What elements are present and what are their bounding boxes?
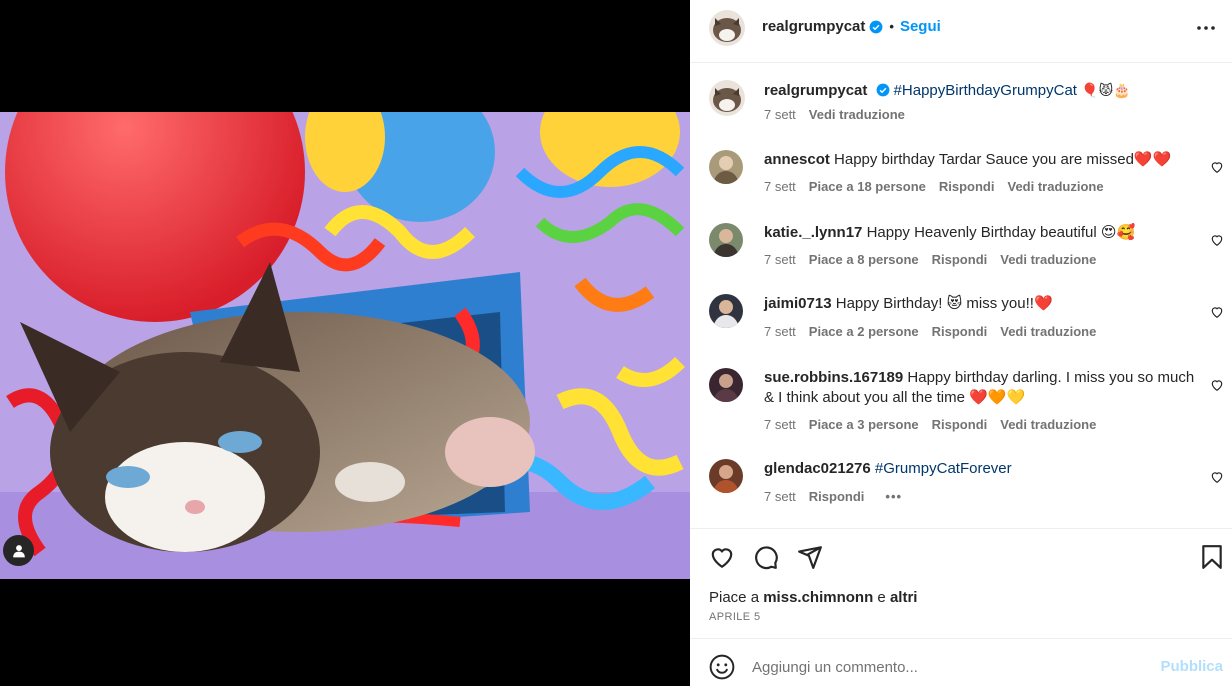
comment-likes[interactable]: Piace a 2 persone: [809, 324, 919, 339]
heart-icon[interactable]: [1210, 305, 1224, 319]
comment-reply-button[interactable]: Rispondi: [939, 179, 995, 194]
caption-meta: 7 sett Vedi traduzione: [764, 107, 905, 122]
comment-text: katie._.lynn17 Happy Heavenly Birthday b…: [764, 223, 1200, 243]
publish-button[interactable]: Pubblica: [1160, 658, 1223, 675]
comment-avatar[interactable]: [709, 368, 743, 402]
comment-body: Happy birthday Tardar Sauce you are miss…: [834, 151, 1172, 168]
separator-dot: •: [889, 19, 894, 34]
comment-meta: 7 sett Piace a 18 persone Rispondi Vedi …: [764, 179, 1104, 194]
tagged-users-button[interactable]: [3, 535, 34, 566]
comment-time[interactable]: 7 sett: [764, 252, 796, 267]
post-photo[interactable]: [0, 112, 690, 579]
comment-text: sue.robbins.167189 Happy birthday darlin…: [764, 368, 1200, 408]
header-divider: [690, 62, 1232, 63]
media-pane: [0, 0, 690, 686]
comment-likes[interactable]: Piace a 18 persone: [809, 179, 926, 194]
comment-text: jaimi0713 Happy Birthday! 😻 miss you!!❤️: [764, 294, 1200, 314]
more-options-button[interactable]: [1194, 16, 1218, 40]
comment-time[interactable]: 7 sett: [764, 324, 796, 339]
likes-conj: e: [877, 589, 886, 606]
verified-icon: [876, 83, 889, 97]
share-icon[interactable]: [797, 544, 823, 570]
caption-emoji: 🎈😾🎂: [1081, 82, 1131, 98]
comment-translate-link[interactable]: Vedi traduzione: [1000, 252, 1096, 267]
comment-meta: 7 sett Piace a 3 persone Rispondi Vedi t…: [764, 417, 1096, 432]
author-username[interactable]: realgrumpycat: [762, 18, 865, 35]
comment-body: Happy Birthday! 😻 miss you!!❤️: [835, 295, 1053, 312]
comment-avatar[interactable]: [709, 223, 743, 257]
caption-avatar[interactable]: [709, 80, 745, 116]
comment-username[interactable]: katie._.lynn17: [764, 224, 862, 241]
comment-more-button[interactable]: •••: [885, 489, 902, 504]
post-actions-bar: [690, 540, 1232, 580]
heart-icon[interactable]: [1210, 233, 1224, 247]
likes-prefix: Piace a: [709, 589, 760, 606]
verified-icon: [869, 20, 883, 33]
comment-text: glendac021276 #GrumpyCatForever: [764, 459, 1200, 479]
post-date[interactable]: APRILE 5: [709, 611, 761, 623]
bookmark-icon[interactable]: [1199, 544, 1225, 570]
comment-username[interactable]: glendac021276: [764, 460, 871, 477]
comment-reply-button[interactable]: Rispondi: [932, 324, 988, 339]
more-icon: [1197, 26, 1215, 30]
comment-translate-link[interactable]: Vedi traduzione: [1000, 324, 1096, 339]
comment-body: Happy Heavenly Birthday beautiful 😍🥰: [866, 224, 1136, 241]
comment-time[interactable]: 7 sett: [764, 417, 796, 432]
likes-others-link[interactable]: altri: [890, 589, 918, 606]
heart-icon[interactable]: [1210, 470, 1224, 484]
comment-translate-link[interactable]: Vedi traduzione: [1007, 179, 1103, 194]
comment-meta: 7 sett Piace a 8 persone Rispondi Vedi t…: [764, 252, 1096, 267]
comment-text: annescot Happy birthday Tardar Sauce you…: [764, 150, 1200, 170]
smile-icon[interactable]: [709, 654, 735, 680]
comment-likes[interactable]: Piace a 3 persone: [809, 417, 919, 432]
instagram-post-modal: realgrumpycat • Segui realgrumpycat #Hap…: [0, 0, 1232, 686]
caption-translate-link[interactable]: Vedi traduzione: [809, 107, 905, 122]
likes-user-link[interactable]: miss.chimnonn: [763, 589, 873, 606]
caption-username[interactable]: realgrumpycat: [764, 82, 867, 99]
comments-divider: [690, 528, 1232, 529]
follow-button[interactable]: Segui: [900, 18, 941, 35]
caption-time[interactable]: 7 sett: [764, 107, 796, 122]
comment-meta: 7 sett Rispondi •••: [764, 489, 902, 504]
comment-hashtag[interactable]: #GrumpyCatForever: [875, 460, 1012, 477]
add-comment-bar: Pubblica: [690, 640, 1232, 686]
comment-meta: 7 sett Piace a 2 persone Rispondi Vedi t…: [764, 324, 1096, 339]
comment-time[interactable]: 7 sett: [764, 179, 796, 194]
comment-likes[interactable]: Piace a 8 persone: [809, 252, 919, 267]
comment-username[interactable]: jaimi0713: [764, 295, 832, 312]
comment-username[interactable]: annescot: [764, 151, 830, 168]
comment-reply-button[interactable]: Rispondi: [809, 489, 865, 504]
likes-summary: Piace a miss.chimnonn e altri: [709, 589, 917, 606]
heart-icon[interactable]: [709, 544, 735, 570]
add-comment-divider: [690, 638, 1232, 639]
comment-translate-link[interactable]: Vedi traduzione: [1000, 417, 1096, 432]
user-tag-icon: [12, 544, 25, 557]
author-avatar[interactable]: [709, 10, 745, 46]
comment-avatar[interactable]: [709, 150, 743, 184]
heart-icon[interactable]: [1210, 378, 1224, 392]
comment-avatar[interactable]: [709, 459, 743, 493]
comment-reply-button[interactable]: Rispondi: [932, 417, 988, 432]
heart-icon[interactable]: [1210, 160, 1224, 174]
caption-text: realgrumpycat #HappyBirthdayGrumpyCat 🎈😾…: [764, 80, 1200, 101]
comment-avatar[interactable]: [709, 294, 743, 328]
post-header: realgrumpycat • Segui: [690, 0, 1232, 56]
comment-icon[interactable]: [753, 544, 779, 570]
comment-reply-button[interactable]: Rispondi: [932, 252, 988, 267]
caption-hashtag[interactable]: #HappyBirthdayGrumpyCat: [894, 82, 1077, 99]
comment-username[interactable]: sue.robbins.167189: [764, 369, 903, 386]
post-details-panel: realgrumpycat • Segui realgrumpycat #Hap…: [690, 0, 1232, 686]
comment-time[interactable]: 7 sett: [764, 489, 796, 504]
grumpy-cat-birthday-image: [0, 112, 690, 579]
add-comment-input[interactable]: [752, 655, 1142, 679]
